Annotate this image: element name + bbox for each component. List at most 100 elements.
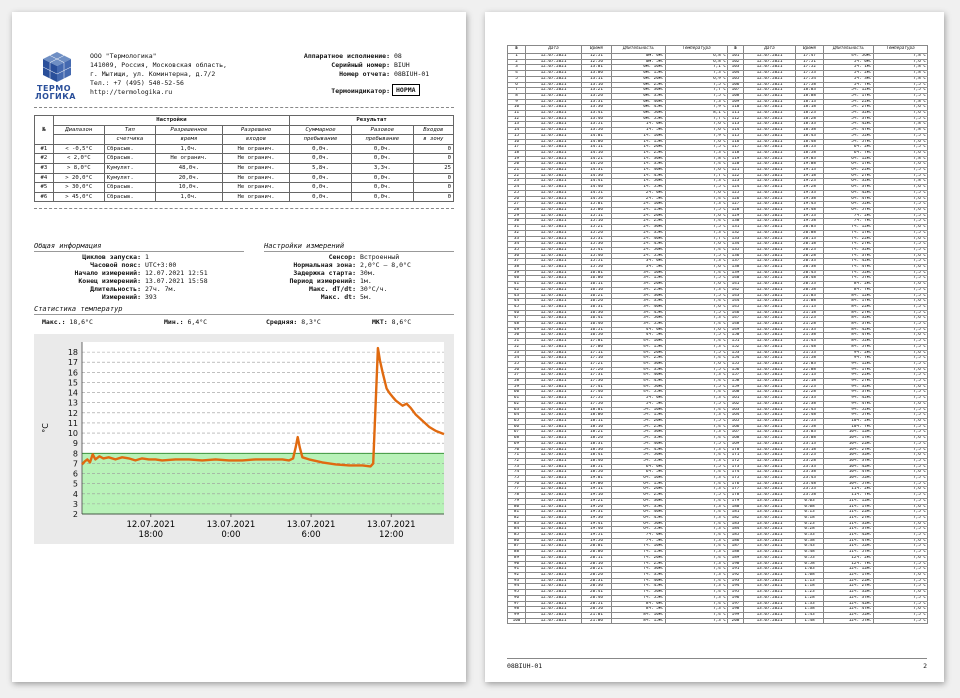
x-tick-label: 18:00 <box>139 530 164 540</box>
table-cell: 12.07.2021 <box>525 617 582 625</box>
y-tick-label: 5 <box>73 480 78 489</box>
info-key: Макс. dt: <box>320 292 356 301</box>
zone-id: #5 <box>34 182 54 193</box>
report-number-label: Номер отчета: <box>339 70 390 78</box>
y-tick-label: 6 <box>73 470 78 479</box>
zone-cell: 0 <box>412 172 455 184</box>
zones-settings-table: № Настройки Результат Диапазон Тип Разре… <box>34 115 455 203</box>
zone-row: #2 < 2,0°C Сбрасыв. Не огранич. Не огранич. 0… <box>34 153 455 164</box>
measure-settings-list: Сенсор: Встроенный Нормальная зона: 2,0°C —… <box>264 253 454 301</box>
y-tick-label: 17 <box>68 358 78 367</box>
y-tick-label: 7 <box>73 459 78 468</box>
y-tick-label: 16 <box>68 368 78 377</box>
zone-id: #3 <box>34 162 54 174</box>
y-tick-label: 2 <box>73 510 78 519</box>
cube-logo-icon <box>42 52 72 82</box>
logo-text-line2: ЛОГИКА <box>35 92 76 101</box>
zone-cell: 0,0ч. <box>289 182 352 193</box>
table-cell: 7,3°C <box>665 617 728 625</box>
zone-cell: 0 <box>412 143 455 155</box>
zone-cell: Не огранич. <box>221 182 291 193</box>
zone-id: #1 <box>34 143 54 155</box>
zone-cell: Сбрасыв. <box>103 182 156 193</box>
company-site[interactable]: http://termologika.ru <box>90 88 172 96</box>
group-result: Результат <box>289 115 454 126</box>
x-tick-label: 12:00 <box>379 530 404 540</box>
zone-cell: Не огранич. <box>221 143 291 155</box>
zone-row: #1 < -0,5°C Сбрасыв. 1,0ч. Не огранич. 0,0ч. 0… <box>34 143 455 155</box>
zone-cell: Кумулят. <box>103 162 156 174</box>
col-number: № <box>507 45 526 54</box>
col-zone-entries: Входов <box>412 124 455 136</box>
zone-cell: 0,0ч. <box>350 172 414 184</box>
zone-cell: 0,0ч. <box>289 153 352 164</box>
divider <box>34 208 454 209</box>
col-temperature: Температура <box>665 45 728 54</box>
y-tick-label: 13 <box>68 399 78 408</box>
col-range: Диапазон <box>52 124 105 136</box>
table-row: 200 13.07.2021 1:48 12ч. 57м. 7,5°C <box>727 617 928 625</box>
col-number: № <box>34 115 54 145</box>
col-number: № <box>727 45 744 54</box>
zone-cell: < -0,5°C <box>52 143 105 155</box>
stats-title: Статистика температур <box>34 305 123 313</box>
col-allowed-time: Разрешенное <box>154 124 223 136</box>
zone-cell: 48,0ч. <box>154 162 223 174</box>
x-tick-label: 13.07.2021 <box>287 520 336 530</box>
y-tick-label: 14 <box>68 389 78 398</box>
table-cell: 12ч. 57м. <box>823 617 874 625</box>
info-key: Измерений: <box>101 292 141 301</box>
col-single-stay: Разовое <box>350 124 414 136</box>
col-time: Время <box>581 45 612 54</box>
zone-id: #4 <box>34 172 54 184</box>
y-tick-label: 8 <box>73 449 78 458</box>
thermo-indicator-badge: НОРМА <box>392 84 420 96</box>
zone-cell: Не огранич. <box>221 191 291 203</box>
x-tick-label: 13.07.2021 <box>207 520 256 530</box>
y-tick-label: 12 <box>68 409 78 418</box>
hw-label: Аппаратное исполнение: <box>303 52 390 60</box>
zone-cell: 0,0ч. <box>350 153 414 164</box>
zone-cell: 20,0ч. <box>154 172 223 184</box>
footer-page-number: 2 <box>923 662 927 670</box>
general-info-title: Общая информация <box>34 242 102 250</box>
table-cell: 200 <box>727 617 744 625</box>
table-row: 100 12.07.2021 21:06 8ч. 15м. 7,3°C <box>507 617 728 625</box>
y-tick-label: 4 <box>73 490 78 499</box>
zone-cell: 0,0ч. <box>350 182 414 193</box>
zone-cell: 1,0ч. <box>154 191 223 203</box>
zone-cell: 0,0ч. <box>289 143 352 155</box>
info-value: 30м. <box>360 268 376 277</box>
serial-label: Серийный номер: <box>331 61 390 69</box>
zone-cell: 0 <box>412 153 455 164</box>
thermo-indicator-label: Термоиндикатор: <box>331 87 390 95</box>
zone-cell: > 45,0°C <box>52 191 105 203</box>
stat-avg: Средняя: 8,3°C <box>266 318 321 326</box>
stat-max: Макс.: 18,6°C <box>42 318 93 326</box>
info-value: 30°C/ч. <box>360 284 388 293</box>
table-cell: 8ч. 15м. <box>611 617 666 625</box>
zone-cell: 0 <box>412 191 455 203</box>
zone-cell: 10,0ч. <box>154 182 223 193</box>
measurements-table-left: № Дата Время Длительность Температура 11… <box>507 45 728 625</box>
col-date: Дата <box>743 45 796 54</box>
y-tick-label: 11 <box>68 419 78 428</box>
x-tick-label: 13.07.2021 <box>367 520 416 530</box>
footer-report-id: 08BIUH-01 <box>507 662 543 670</box>
table-cell: 1:48 <box>795 617 824 625</box>
temperature-chart: 23456 7891011121314 15161718 °C 12.07.202118… <box>34 334 454 544</box>
y-tick-label: 3 <box>73 500 78 509</box>
col-counter-type: Тип <box>103 124 156 136</box>
y-tick-label: 9 <box>73 439 78 448</box>
zone-cell: 5,8ч. <box>289 162 352 174</box>
zone-cell: > 20,0°C <box>52 172 105 184</box>
zone-cell: Не огранич. <box>221 153 291 164</box>
zone-cell: 0,0ч. <box>289 172 352 184</box>
general-info-list: Циклов запуска: 1 Часовой пояс: UTC+3:00 Нач… <box>34 253 244 301</box>
table-cell: 7,5°C <box>873 617 928 625</box>
zone-cell: > 8,0°C <box>52 162 105 174</box>
group-settings: Настройки <box>52 115 291 126</box>
company-address-2: г. Мытищи, ул. Коминтерна, д.7/2 <box>90 70 216 78</box>
table-cell: 21:06 <box>581 617 612 625</box>
divider <box>34 107 454 108</box>
